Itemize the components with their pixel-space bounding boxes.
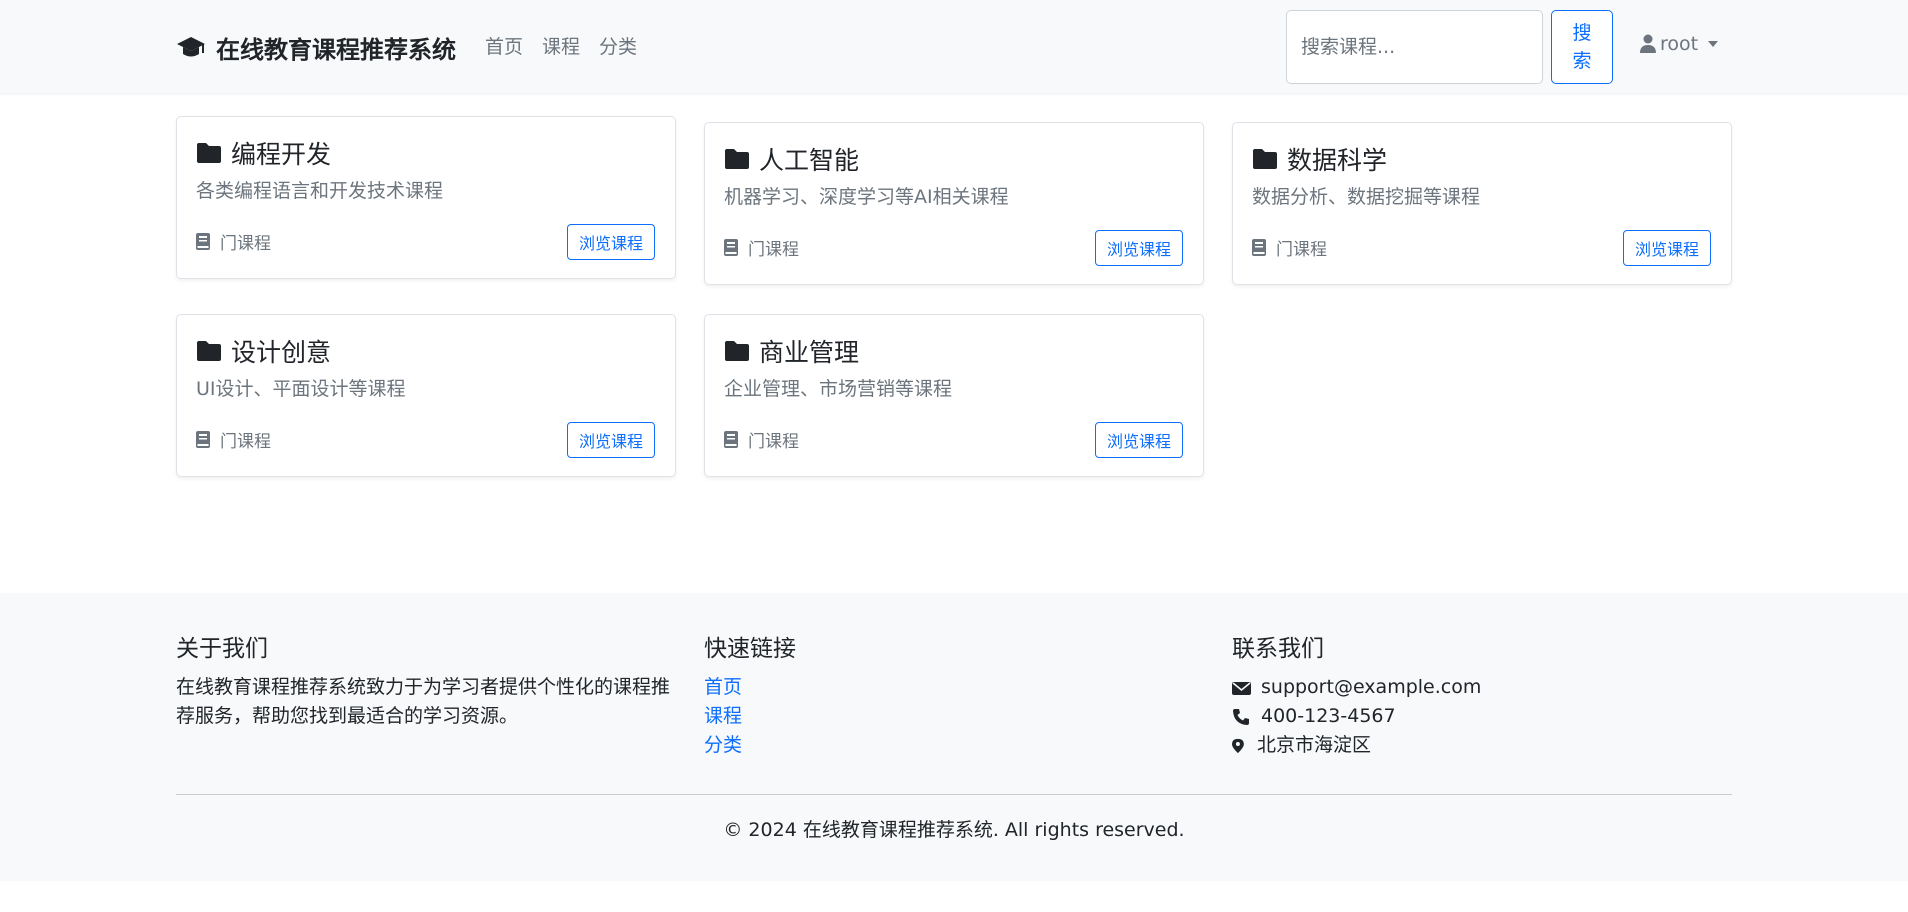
category-card: 编程开发 各类编程语言和开发技术课程 门课程 浏览课程 <box>176 116 676 279</box>
footer-about-heading: 关于我们 <box>176 636 268 662</box>
book-icon <box>196 431 210 448</box>
folder-icon <box>725 341 749 361</box>
course-count: 门课程 <box>220 234 271 254</box>
book-icon <box>1252 239 1266 256</box>
folder-icon <box>1253 149 1277 169</box>
contact-address-text: 北京市海淀区 <box>1257 734 1372 756</box>
contact-email: support@example.com <box>1232 673 1481 702</box>
card-title: 人工智能 <box>759 146 860 175</box>
book-icon <box>724 239 738 256</box>
user-dropdown[interactable]: root <box>1640 33 1719 55</box>
nav-link-home[interactable]: 首页 <box>485 32 523 59</box>
card-description: UI设计、平面设计等课程 <box>196 378 406 400</box>
course-count: 门课程 <box>220 432 271 452</box>
category-card: 数据科学 数据分析、数据挖掘等课程 门课程 浏览课程 <box>1232 122 1732 285</box>
footer-divider <box>176 794 1732 795</box>
brand-link[interactable]: 在线教育课程推荐系统 <box>176 30 456 65</box>
card-title: 编程开发 <box>231 140 332 169</box>
copyright-text: © 2024 在线教育课程推荐系统. All rights reserved. <box>723 819 1185 841</box>
browse-courses-button[interactable]: 浏览课程 <box>567 422 655 458</box>
browse-courses-button[interactable]: 浏览课程 <box>1623 230 1711 266</box>
footer-link-courses[interactable]: 课程 <box>704 702 796 731</box>
contact-phone-text: 400-123-4567 <box>1261 705 1396 727</box>
course-count: 门课程 <box>1276 240 1327 260</box>
folder-icon <box>725 149 749 169</box>
envelope-icon <box>1232 681 1251 695</box>
category-card: 商业管理 企业管理、市场营销等课程 门课程 浏览课程 <box>704 314 1204 477</box>
card-title: 设计创意 <box>231 338 332 367</box>
browse-courses-button[interactable]: 浏览课程 <box>1095 422 1183 458</box>
username: root <box>1660 33 1699 55</box>
footer-link-categories[interactable]: 分类 <box>704 731 796 760</box>
footer-links-heading: 快速链接 <box>704 636 796 662</box>
card-description: 机器学习、深度学习等AI相关课程 <box>724 186 1009 208</box>
browse-courses-button[interactable]: 浏览课程 <box>1095 230 1183 266</box>
brand-title: 在线教育课程推荐系统 <box>216 36 456 64</box>
course-count: 门课程 <box>748 432 799 452</box>
footer: 关于我们 在线教育课程推荐系统致力于为学习者提供个性化的课程推荐服务，帮助您找到… <box>0 593 1908 881</box>
card-description: 数据分析、数据挖掘等课程 <box>1252 186 1481 208</box>
folder-icon <box>197 341 221 361</box>
category-card: 人工智能 机器学习、深度学习等AI相关课程 门课程 浏览课程 <box>704 122 1204 285</box>
contact-phone: 400-123-4567 <box>1232 702 1481 731</box>
footer-contact-heading: 联系我们 <box>1232 636 1324 662</box>
footer-about-text: 在线教育课程推荐系统致力于为学习者提供个性化的课程推荐服务，帮助您找到最适合的学… <box>176 676 671 727</box>
folder-icon <box>197 143 221 163</box>
card-title: 数据科学 <box>1287 146 1388 175</box>
nav-link-courses[interactable]: 课程 <box>542 32 580 59</box>
course-count: 门课程 <box>748 240 799 260</box>
contact-address: 北京市海淀区 <box>1232 731 1481 760</box>
footer-quick-links: 快速链接 首页 课程 分类 <box>704 629 796 760</box>
book-icon <box>196 233 210 250</box>
card-description: 企业管理、市场营销等课程 <box>724 378 953 400</box>
footer-about: 关于我们 在线教育课程推荐系统致力于为学习者提供个性化的课程推荐服务，帮助您找到… <box>176 629 681 731</box>
footer-contact: 联系我们 support@example.com 400-123-4567 北京… <box>1232 629 1481 760</box>
contact-email-text: support@example.com <box>1261 676 1482 698</box>
search-input[interactable] <box>1286 10 1543 84</box>
map-marker-icon <box>1232 738 1244 753</box>
card-title: 商业管理 <box>759 338 860 367</box>
main-nav: 首页 课程 分类 <box>485 32 656 59</box>
card-description: 各类编程语言和开发技术课程 <box>196 180 444 202</box>
navbar: 在线教育课程推荐系统 首页 课程 分类 搜索 root <box>0 0 1908 93</box>
chevron-down-icon <box>1708 41 1719 47</box>
footer-link-home[interactable]: 首页 <box>704 673 796 702</box>
search-button[interactable]: 搜索 <box>1551 10 1613 84</box>
user-icon <box>1640 34 1656 53</box>
browse-courses-button[interactable]: 浏览课程 <box>567 224 655 260</box>
phone-icon <box>1233 708 1249 725</box>
book-icon <box>724 431 738 448</box>
nav-link-categories[interactable]: 分类 <box>599 32 637 59</box>
graduation-cap-icon <box>177 36 205 56</box>
category-card: 设计创意 UI设计、平面设计等课程 门课程 浏览课程 <box>176 314 676 477</box>
